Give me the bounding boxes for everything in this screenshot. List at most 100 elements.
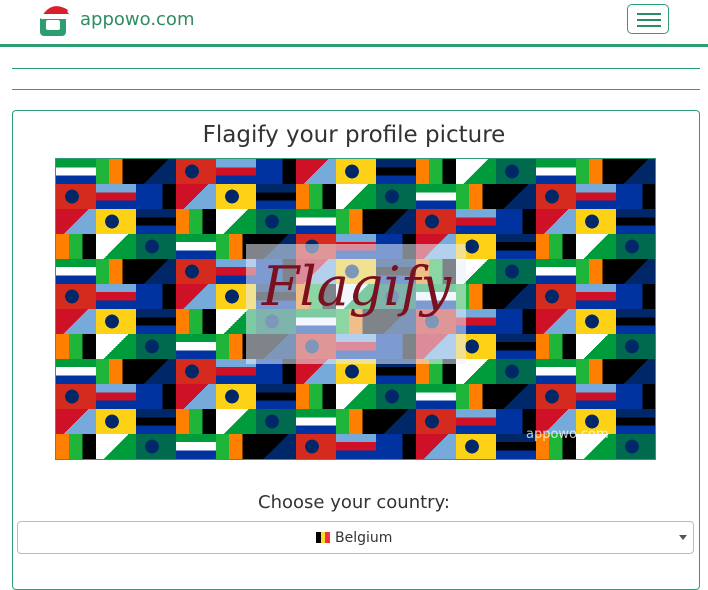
flag-tile (56, 209, 96, 234)
flag-tile (416, 159, 456, 184)
flag-tile (576, 159, 616, 184)
flag-tile (216, 434, 256, 459)
flag-tile (616, 434, 655, 459)
flag-tile (96, 384, 136, 409)
flag-tile (176, 159, 216, 184)
banner-title: Flagify (261, 255, 452, 318)
flag-tile (416, 409, 456, 434)
flag-tile (336, 434, 376, 459)
flag-tile (296, 159, 336, 184)
flag-tile (576, 334, 616, 359)
flag-tile (216, 409, 256, 434)
hamburger-menu-icon[interactable] (627, 4, 669, 34)
flag-tile (176, 384, 216, 409)
page-title: Flagify your profile picture (202, 122, 506, 148)
flag-tile (96, 409, 136, 434)
flag-tile (136, 159, 176, 184)
flag-tile (176, 209, 216, 234)
flag-tile (136, 209, 176, 234)
flag-tile (296, 434, 336, 459)
flag-tile (56, 434, 96, 459)
flag-tile (376, 159, 416, 184)
flag-tile (96, 359, 136, 384)
flag-tile (296, 409, 336, 434)
flag-tile (256, 159, 296, 184)
flag-tile (216, 159, 256, 184)
divider (12, 89, 700, 90)
flag-tile (456, 159, 496, 184)
flag-tile (336, 159, 376, 184)
flag-tile (336, 209, 376, 234)
flag-tile (576, 384, 616, 409)
flag-tile (216, 184, 256, 209)
flag-tile (296, 384, 336, 409)
flag-tile (616, 159, 655, 184)
banner-watermark: appowo.com (526, 427, 609, 442)
flag-tile (416, 209, 456, 234)
country-select-value: Belgium (335, 530, 393, 546)
flag-tile (496, 384, 536, 409)
flag-tile (616, 359, 655, 384)
flag-tile (56, 159, 96, 184)
flag-tile (616, 184, 655, 209)
flag-tile (456, 184, 496, 209)
flag-tile (216, 384, 256, 409)
flag-tile (536, 159, 576, 184)
flag-tile (256, 184, 296, 209)
flag-tile (256, 209, 296, 234)
flag-tile (256, 434, 296, 459)
flag-tile (176, 409, 216, 434)
flag-tile (456, 409, 496, 434)
flag-tile (496, 184, 536, 209)
flag-tile (96, 209, 136, 234)
flag-tile (496, 334, 536, 359)
flag-tile (176, 184, 216, 209)
flag-tile (96, 334, 136, 359)
flag-tile (376, 209, 416, 234)
flag-tile (536, 184, 576, 209)
flag-tile (176, 434, 216, 459)
flag-tile (256, 384, 296, 409)
flag-tile (576, 209, 616, 234)
flag-tile (136, 409, 176, 434)
flag-tile (56, 184, 96, 209)
flag-tile (576, 359, 616, 384)
flag-tile (616, 209, 655, 234)
flag-tile (336, 409, 376, 434)
flag-tile (616, 334, 655, 359)
flag-tile (336, 184, 376, 209)
chevron-down-icon (679, 535, 687, 540)
brand-name[interactable]: appowo.com (80, 9, 194, 30)
flag-tile (496, 159, 536, 184)
flag-tile (456, 434, 496, 459)
flag-tile (536, 359, 576, 384)
flag-tile (56, 334, 96, 359)
flag-tile (216, 209, 256, 234)
flag-tile (136, 334, 176, 359)
flag-tile (376, 184, 416, 209)
flag-tile (496, 359, 536, 384)
flag-tile (56, 384, 96, 409)
flag-tile (96, 434, 136, 459)
flag-tile (176, 334, 216, 359)
flag-tile (296, 184, 336, 209)
flag-tile (416, 434, 456, 459)
flag-tile (496, 209, 536, 234)
flag-tile (96, 159, 136, 184)
santa-hat-logo-icon[interactable] (36, 2, 76, 38)
flag-tile (56, 409, 96, 434)
flag-tile (136, 184, 176, 209)
country-select[interactable]: Belgium (17, 521, 694, 554)
flag-tile (136, 384, 176, 409)
flag-tile (296, 209, 336, 234)
flag-tile (616, 384, 655, 409)
flag-tile (56, 359, 96, 384)
flag-tile (376, 409, 416, 434)
flag-tile (256, 409, 296, 434)
flag-tile (336, 384, 376, 409)
flag-tile (376, 434, 416, 459)
belgium-flag-icon (316, 532, 330, 543)
flagify-banner-image: Flagify appowo.com (55, 158, 656, 460)
flag-tile (536, 334, 576, 359)
flag-tile (416, 384, 456, 409)
